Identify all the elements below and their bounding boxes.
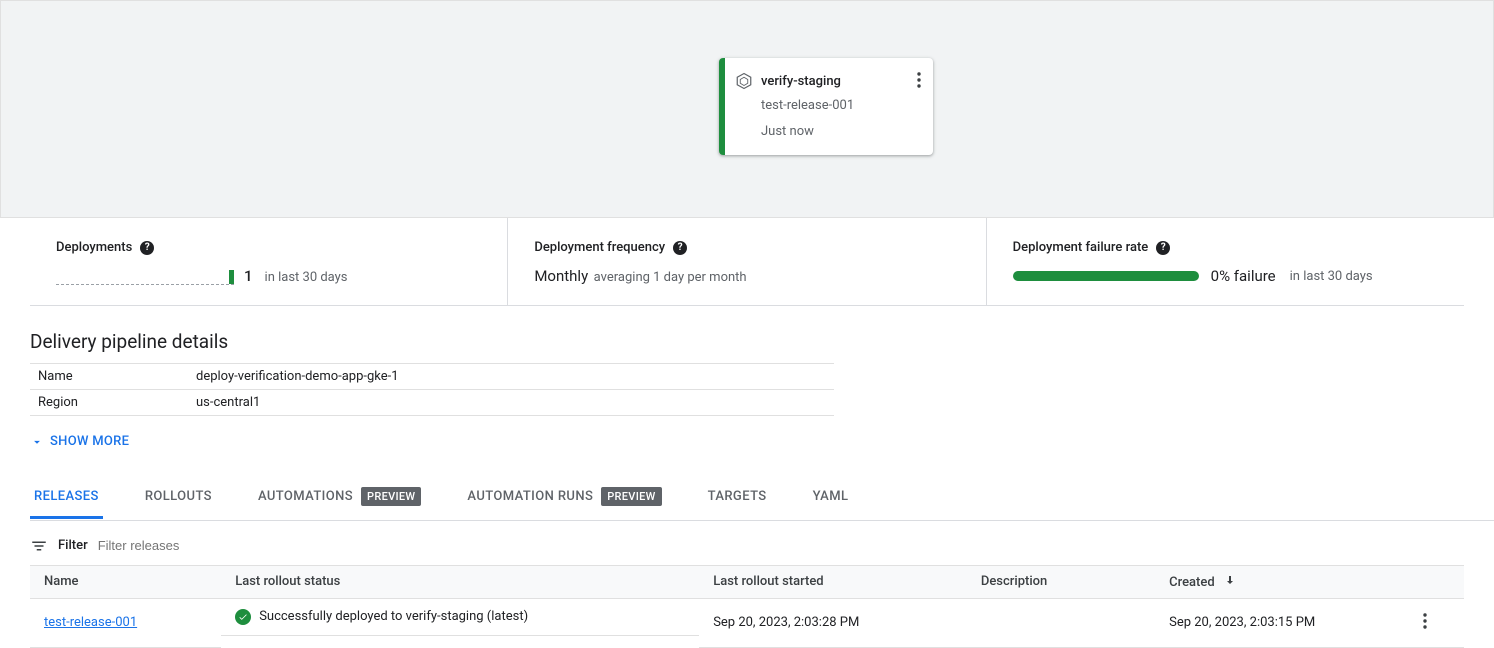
show-more-label: SHOW MORE (50, 434, 129, 449)
target-card[interactable]: verify-staging test-release-001 Just now (719, 58, 933, 155)
tab-automations-label: AUTOMATIONS (258, 489, 353, 504)
th-name[interactable]: Name (30, 565, 221, 598)
details-region-value: us-central1 (196, 395, 260, 410)
tab-targets[interactable]: TARGETS (704, 477, 771, 519)
failure-rate-bar (1013, 271, 1199, 281)
filter-icon (30, 537, 48, 555)
more-vert-icon (917, 72, 921, 88)
target-card-release: test-release-001 (761, 96, 921, 116)
show-more-button[interactable]: SHOW MORE (30, 434, 129, 449)
th-description[interactable]: Description (967, 565, 1155, 598)
th-started[interactable]: Last rollout started (699, 565, 967, 598)
tab-automations[interactable]: AUTOMATIONS PREVIEW (254, 475, 425, 521)
th-created[interactable]: Created (1155, 565, 1405, 598)
details-name-value: deploy-verification-demo-app-gke-1 (196, 369, 399, 384)
cell-created: Sep 20, 2023, 2:03:15 PM (1155, 598, 1405, 647)
stat-deployments-suffix: in last 30 days (265, 270, 348, 285)
details-table: Name deploy-verification-demo-app-gke-1 … (30, 363, 834, 416)
stat-deployments: Deployments ? 1 in last 30 days (30, 218, 508, 305)
stat-deployments-value: 1 (244, 267, 253, 285)
preview-badge: PREVIEW (361, 487, 421, 506)
release-link[interactable]: test-release-001 (44, 615, 137, 630)
stat-deployments-title: Deployments (56, 240, 132, 255)
tab-yaml-label: YAML (813, 489, 849, 504)
tab-rollouts-label: ROLLOUTS (145, 489, 212, 504)
sparkline-track (56, 271, 234, 285)
stat-frequency-value: Monthly (534, 267, 588, 285)
tab-automation-runs-label: AUTOMATION RUNS (467, 489, 593, 504)
th-status[interactable]: Last rollout status (221, 565, 699, 598)
stat-failure-title: Deployment failure rate (1013, 240, 1149, 255)
target-card-menu-button[interactable] (913, 68, 925, 96)
stat-failure-value: 0% failure (1211, 267, 1276, 285)
help-icon[interactable]: ? (673, 241, 687, 255)
details-heading: Delivery pipeline details (30, 330, 1494, 353)
th-created-label: Created (1169, 575, 1215, 590)
stat-frequency-title: Deployment frequency (534, 240, 665, 255)
row-menu-button[interactable] (1419, 609, 1431, 637)
target-card-title: verify-staging (761, 74, 841, 89)
filter-bar: Filter (30, 537, 1464, 555)
success-icon (235, 609, 251, 625)
releases-table: Name Last rollout status Last rollout st… (30, 565, 1464, 648)
tabs-bar: RELEASES ROLLOUTS AUTOMATIONS PREVIEW AU… (30, 475, 1494, 521)
chevron-down-icon (30, 435, 44, 449)
tab-targets-label: TARGETS (708, 489, 767, 504)
cell-description (967, 598, 1155, 647)
stat-frequency-suffix: averaging 1 day per month (594, 270, 747, 285)
stat-failure: Deployment failure rate ? 0% failure in … (987, 218, 1464, 305)
tab-automation-runs[interactable]: AUTOMATION RUNS PREVIEW (463, 475, 665, 521)
help-icon[interactable]: ? (140, 241, 154, 255)
help-icon[interactable]: ? (1156, 241, 1170, 255)
sort-down-icon (1224, 575, 1236, 590)
cell-status: Successfully deployed to verify-staging … (259, 609, 528, 624)
cell-started: Sep 20, 2023, 2:03:28 PM (699, 598, 967, 647)
pipeline-canvas: verify-staging test-release-001 Just now (0, 0, 1494, 218)
sparkline-bar (229, 270, 234, 284)
filter-input[interactable] (98, 538, 398, 553)
stat-failure-suffix: in last 30 days (1290, 269, 1373, 284)
details-name-label: Name (38, 369, 196, 384)
stats-row: Deployments ? 1 in last 30 days Deployme… (30, 218, 1464, 306)
table-row: test-release-001 Successfully deployed t… (30, 598, 1464, 647)
target-card-time: Just now (761, 122, 921, 142)
preview-badge: PREVIEW (601, 487, 661, 506)
stat-frequency: Deployment frequency ? Monthly averaging… (508, 218, 986, 305)
tab-yaml[interactable]: YAML (809, 477, 853, 519)
tab-releases[interactable]: RELEASES (30, 477, 103, 519)
filter-label: Filter (58, 538, 88, 553)
gke-icon (735, 72, 753, 90)
tab-releases-label: RELEASES (34, 489, 99, 504)
more-vert-icon (1423, 613, 1427, 629)
tab-rollouts[interactable]: ROLLOUTS (141, 477, 216, 519)
details-region-label: Region (38, 395, 196, 410)
